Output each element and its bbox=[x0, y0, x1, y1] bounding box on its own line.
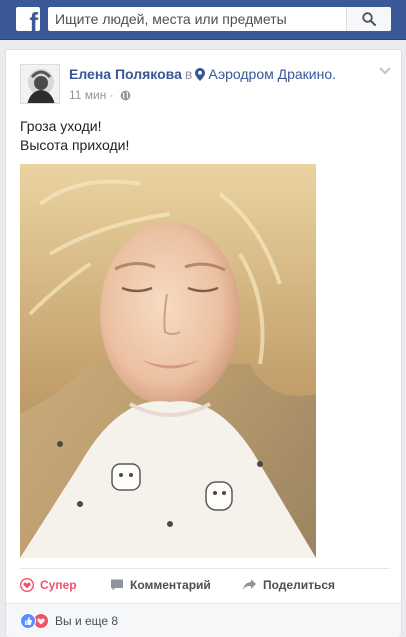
search-input[interactable] bbox=[48, 7, 346, 31]
reactions-summary[interactable]: Вы и еще 8 bbox=[20, 613, 118, 629]
share-icon bbox=[243, 579, 256, 590]
like-reaction-icon bbox=[20, 613, 36, 629]
post-photo[interactable] bbox=[20, 164, 316, 558]
post-header: Елена Полякова в Аэродром Дракино. bbox=[69, 66, 336, 82]
post-footer: Вы и еще 8 bbox=[6, 603, 401, 637]
comment-icon bbox=[111, 579, 123, 591]
comment-button[interactable]: Комментарий bbox=[110, 573, 211, 597]
post-text: Гроза уходи! Высота приходи! bbox=[20, 117, 380, 155]
post-options-chevron-icon[interactable] bbox=[379, 67, 391, 75]
like-button-label: Супер bbox=[40, 578, 77, 592]
share-button[interactable]: Поделиться bbox=[242, 573, 335, 597]
search-box bbox=[48, 7, 391, 31]
in-word: в bbox=[184, 66, 193, 82]
post-photo-image bbox=[20, 164, 316, 558]
top-navigation-bar: f bbox=[0, 0, 406, 40]
post-meta: 11 мин · bbox=[69, 88, 131, 102]
facebook-logo[interactable]: f bbox=[16, 7, 40, 31]
comment-button-label: Комментарий bbox=[130, 578, 211, 592]
actions-top-divider bbox=[20, 568, 389, 569]
search-button[interactable] bbox=[346, 7, 391, 31]
post-actions: Супер Комментарий Поделиться bbox=[20, 573, 389, 597]
like-button[interactable]: Супер bbox=[20, 573, 77, 597]
reactions-count-text: Вы и еще 8 bbox=[55, 614, 119, 628]
post-card: Елена Полякова в Аэродром Дракино. 11 мин … bbox=[5, 49, 402, 637]
meta-separator: · bbox=[109, 88, 114, 102]
author-name-link[interactable]: Елена Полякова bbox=[69, 66, 182, 82]
place-link[interactable]: Аэродром Дракино. bbox=[208, 66, 336, 82]
facebook-logo-glyph: f bbox=[29, 7, 38, 31]
share-button-label: Поделиться bbox=[263, 578, 336, 592]
love-reaction-icon bbox=[20, 578, 34, 592]
post-text-line-1: Гроза уходи! bbox=[20, 118, 102, 134]
post-text-line-2: Высота приходи! bbox=[20, 137, 130, 153]
search-icon bbox=[362, 12, 376, 26]
avatar[interactable] bbox=[20, 64, 60, 104]
location-pin-icon bbox=[195, 68, 206, 81]
post-time[interactable]: 11 мин bbox=[69, 88, 106, 102]
avatar-image bbox=[21, 65, 59, 103]
globe-icon[interactable] bbox=[120, 90, 131, 101]
